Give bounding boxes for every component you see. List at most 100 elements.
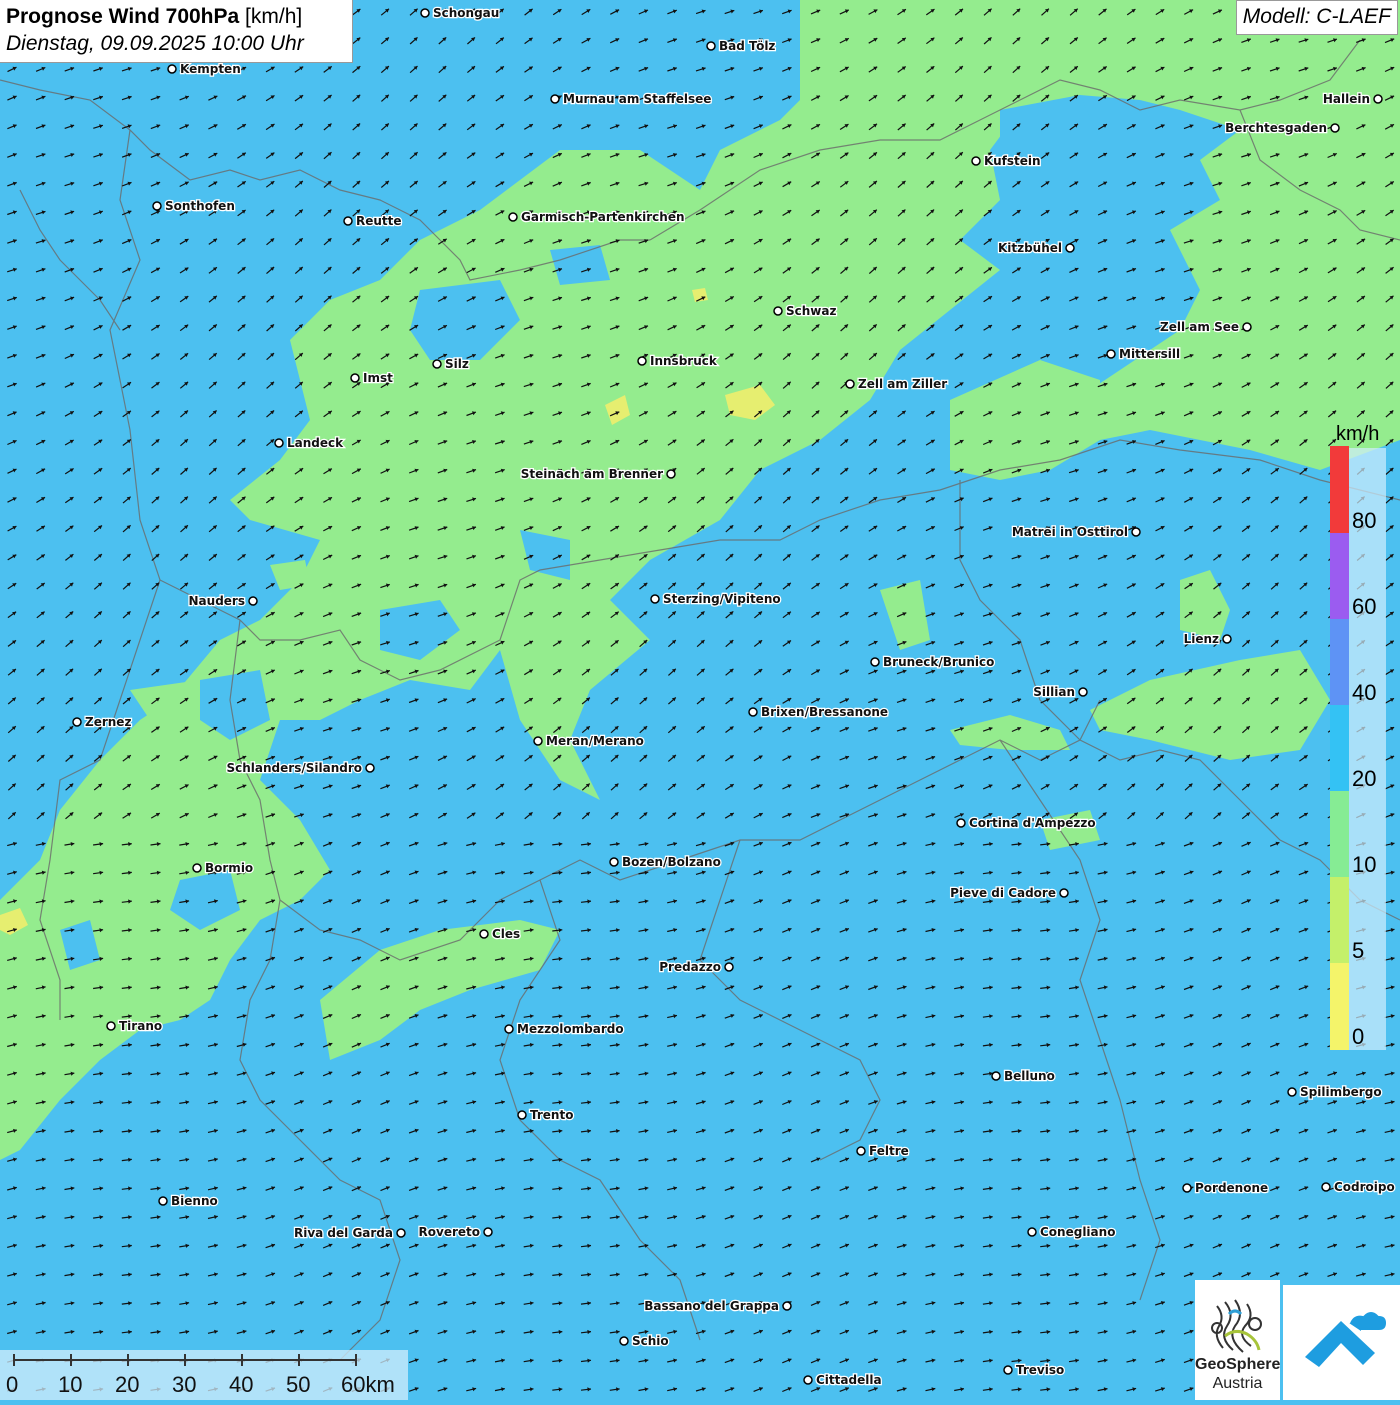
scale-label-30: 30 [172, 1372, 197, 1397]
city-conegliano: Conegliano [1027, 1224, 1117, 1240]
city-label: Imst [363, 371, 393, 385]
city-label: Schongau [433, 6, 499, 20]
city-marker [1182, 1183, 1192, 1193]
city-marker [72, 717, 82, 727]
city-marker [350, 373, 360, 383]
city-marker [856, 1146, 866, 1156]
city-bozen-bolzano: Bozen/Bolzano [609, 854, 722, 870]
city-bruneck-brunico: Bruneck/Brunico [870, 654, 996, 670]
city-marker [1321, 1182, 1331, 1192]
city-marker [483, 1227, 493, 1237]
city-marker [1373, 94, 1383, 104]
city-label: Lienz [1184, 632, 1219, 646]
city-marker [1003, 1365, 1013, 1375]
city-marker [504, 1024, 514, 1034]
city-label: Conegliano [1040, 1225, 1115, 1239]
legend-unit: km/h [1336, 423, 1380, 445]
city-bassano-del-grappa: Bassano del Grappa [643, 1298, 792, 1314]
city-label: Tirano [119, 1019, 162, 1033]
city-marker [637, 356, 647, 366]
city-label: Landeck [287, 436, 344, 450]
city-label: Steinach am Brenner [521, 467, 663, 481]
scale-label-50: 50 [286, 1372, 311, 1397]
app-logo [1283, 1285, 1400, 1400]
city-label: Bad Tölz [719, 39, 775, 53]
scale-label-20: 20 [115, 1372, 140, 1397]
city-marker [420, 8, 430, 18]
legend-bin-60-80 [1330, 533, 1349, 619]
city-label: Zell am See [1160, 320, 1239, 334]
model-label: Modell: C-LAEF [1235, 0, 1398, 35]
city-marker [248, 596, 258, 606]
city-label: Cles [492, 927, 520, 941]
city-matrei-in-osttirol: Matrei in Osttirol [1011, 524, 1141, 540]
city-label: Sterzing/Vipiteno [663, 592, 781, 606]
logo-text-geosphere: GeoSphere [1195, 1356, 1281, 1373]
city-label: Pordenone [1195, 1181, 1268, 1195]
title-unit: [km/h] [245, 5, 303, 28]
city-marker [508, 212, 518, 222]
city-label: Reutte [356, 214, 402, 228]
scale-label-60km: 60km [341, 1372, 395, 1397]
geosphere-logo: GeoSphere Austria [1195, 1280, 1280, 1400]
city-marker [167, 64, 177, 74]
city-marker [956, 818, 966, 828]
city-label: Treviso [1016, 1363, 1064, 1377]
city-label: Sonthofen [165, 199, 235, 213]
city-garmisch-partenkirchen: Garmisch-Partenkirchen [508, 209, 686, 225]
city-label: Sillian [1033, 685, 1075, 699]
city-cortina-d-ampezzo: Cortina d'Ampezzo [956, 815, 1097, 831]
city-pieve-di-cadore: Pieve di Cadore [949, 885, 1069, 901]
city-label: Cortina d'Ampezzo [969, 816, 1096, 830]
city-marker [1106, 349, 1116, 359]
city-label: Schio [632, 1334, 669, 1348]
city-marker [619, 1336, 629, 1346]
city-cittadella: Cittadella [803, 1372, 883, 1388]
scale-label-0: 0 [6, 1372, 19, 1397]
color-legend: km/h 80 60 40 20 10 5 0 [1330, 420, 1386, 1052]
city-riva-del-garda: Riva del Garda [293, 1225, 406, 1241]
city-label: Murnau am Staffelsee [563, 92, 711, 106]
scale-label-10: 10 [58, 1372, 83, 1397]
city-marker [803, 1375, 813, 1385]
legend-label-10: 10 [1352, 852, 1377, 877]
legend-label-80: 80 [1352, 508, 1377, 533]
city-label: Rovereto [419, 1225, 480, 1239]
city-label: Feltre [869, 1144, 909, 1158]
city-marker [782, 1301, 792, 1311]
city-marker [1059, 888, 1069, 898]
city-marker [1131, 527, 1141, 537]
title-box: Prognose Wind 700hPa [km/h] Dienstag, 09… [0, 0, 353, 63]
legend-bin-10-20 [1330, 791, 1349, 877]
city-label: Bozen/Bolzano [622, 855, 721, 869]
city-marker [845, 379, 855, 389]
city-sterzing-vipiteno: Sterzing/Vipiteno [650, 591, 782, 607]
city-label: Silz [445, 357, 469, 371]
city-schongau: Schongau [420, 5, 501, 21]
city-label: Matrei in Osttirol [1012, 525, 1128, 539]
map-title: Prognose Wind 700hPa [km/h] [6, 4, 346, 30]
city-label: Nauders [189, 594, 245, 608]
city-label: Kufstein [984, 154, 1041, 168]
legend-bin-80-plus [1330, 446, 1349, 533]
city-zell-am-ziller: Zell am Ziller [845, 376, 948, 392]
city-label: Predazzo [659, 960, 721, 974]
city-marker [432, 359, 442, 369]
city-spilimbergo: Spilimbergo [1287, 1084, 1383, 1100]
city-label: Mittersill [1119, 347, 1180, 361]
city-marker [550, 94, 560, 104]
city-marker [666, 469, 676, 479]
forecast-date: Dienstag, 09.09.2025 10:00 Uhr [6, 32, 304, 55]
logo-text-austria: Austria [1212, 1375, 1263, 1392]
city-marker [1330, 123, 1340, 133]
city-marker [748, 707, 758, 717]
city-mezzolombardo: Mezzolombardo [504, 1021, 625, 1037]
legend-bin-20-40 [1330, 705, 1349, 791]
city-label: Bruneck/Brunico [883, 655, 994, 669]
city-label: Kitzbühel [998, 241, 1062, 255]
legend-label-20: 20 [1352, 766, 1377, 791]
city-label: Kempten [180, 62, 241, 76]
city-marker [274, 438, 284, 448]
city-label: Trento [530, 1108, 573, 1122]
legend-bin-0-5 [1330, 963, 1349, 1050]
